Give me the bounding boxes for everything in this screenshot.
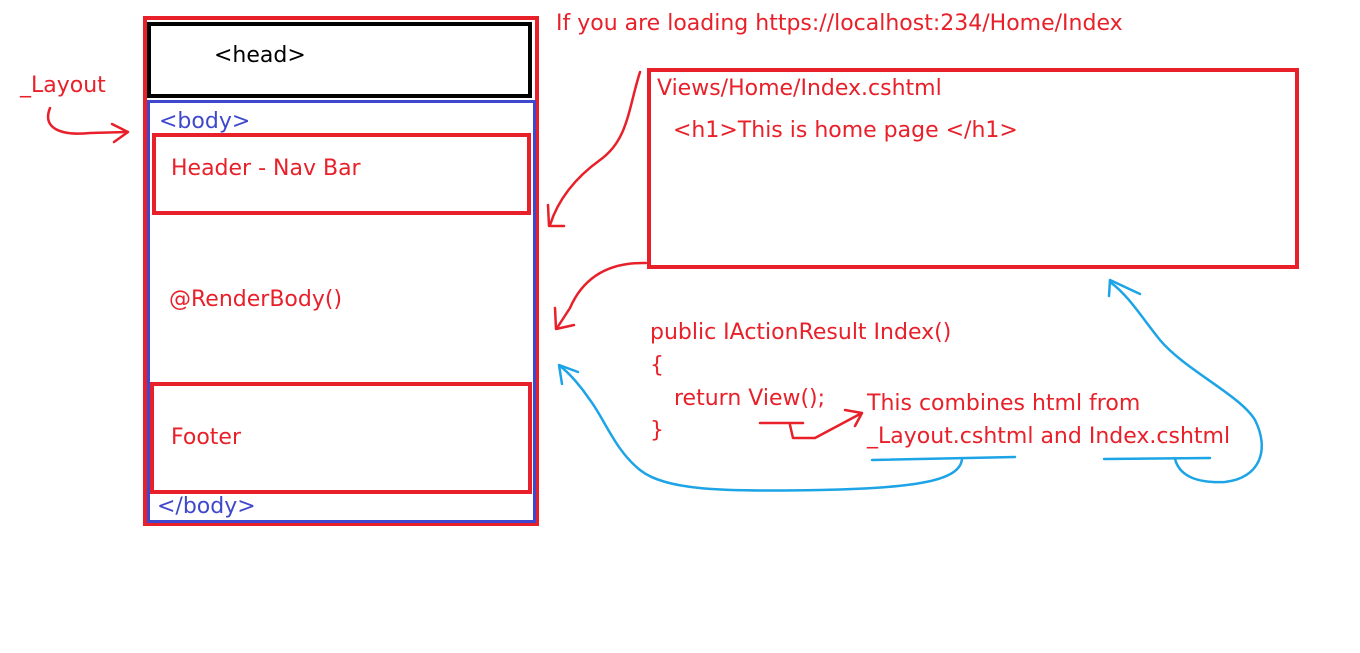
layout-label-arrow	[47, 106, 129, 135]
layout-cshtml-underline	[870, 455, 1017, 462]
index-cshtml-underline	[1102, 456, 1212, 461]
index-cshtml-arrow	[1108, 280, 1263, 484]
view-call-to-note-arrow	[788, 412, 862, 440]
view-to-renderbody-arrow	[555, 261, 648, 330]
annotation-arrows	[47, 70, 1263, 492]
view-to-layout-arrow-upper	[548, 70, 642, 227]
layout-cshtml-arrow	[558, 364, 964, 492]
